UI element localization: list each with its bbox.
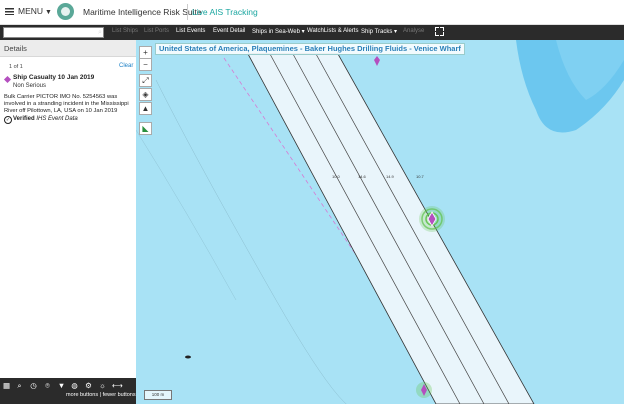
pin-icon[interactable]: ⌾ (43, 381, 52, 390)
verified-source: IHS Event Data (36, 116, 78, 122)
result-count: 1 of 1 (9, 64, 23, 70)
verified-label: Verified (13, 116, 35, 122)
minimize-icon[interactable]: ⟷ (112, 381, 123, 390)
history-icon[interactable]: ◷ (29, 381, 38, 390)
search-input[interactable] (3, 27, 104, 38)
event-severity: Non Serious (13, 83, 47, 89)
search-icon[interactable]: ⌕ (15, 381, 24, 390)
more-fewer-buttons-toggle[interactable]: more buttons | fewer buttons (66, 392, 136, 398)
nautical-chart: 10.0 14.6 14.9 10.7 (136, 40, 624, 404)
search-icon[interactable]: ⌕ (98, 27, 104, 38)
ship-tracks-dropdown[interactable]: Ship Tracks ▾ (361, 28, 397, 35)
flag-icon[interactable]: ◣ (139, 122, 152, 135)
fullscreen-icon[interactable]: ⤢ (139, 74, 152, 87)
event-title[interactable]: Ship Casualty 10 Jan 2019 (13, 74, 94, 81)
vessel-icon (185, 355, 191, 359)
layers-icon[interactable]: ▦ (2, 381, 11, 390)
analyse-button[interactable]: Analyse (403, 28, 424, 34)
zoom-out-icon[interactable]: − (139, 58, 152, 71)
depth-label: 14.6 (358, 174, 367, 179)
list-ships-button[interactable]: List Ships (112, 28, 138, 34)
details-panel: Details 1 of 1 Clear Ship Casualty 10 Ja… (0, 40, 137, 404)
map-scale: 100 m (144, 390, 172, 400)
event-marker-icon (3, 75, 12, 84)
check-circle-icon: ✓ (4, 116, 12, 124)
filter-icon[interactable]: ▼ (57, 381, 66, 390)
tool-bar-bottom: ▦ ⌕ ◷ ⌾ ▼ ◍ ⚙ ☼ ⟷ more buttons | fewer b… (0, 378, 136, 404)
caret-down-icon: ▼ (45, 9, 52, 16)
app-logo (57, 3, 74, 20)
list-events-button[interactable]: List Events (176, 28, 205, 34)
app-title: Maritime Intelligence Risk Suite (83, 7, 202, 17)
fullscreen-toggle-icon[interactable] (435, 27, 444, 36)
list-ports-button[interactable]: List Ports (144, 28, 169, 34)
shipping-channel (247, 53, 535, 404)
header-divider (187, 4, 188, 20)
event-detail-button[interactable]: Event Detail (213, 28, 245, 34)
buoy-marker-icon (374, 56, 380, 66)
north-arrow-icon[interactable]: ▲ (139, 102, 152, 115)
hamburger-icon (5, 8, 14, 15)
map-location-title: United States of America, Plaquemines - … (155, 43, 465, 55)
depth-label: 10.0 (332, 174, 341, 179)
live-ais-tracking-link[interactable]: Live AIS Tracking (192, 7, 258, 17)
watchlists-alerts-button[interactable]: WatchLists & Alerts (307, 28, 358, 34)
clear-link[interactable]: Clear (119, 63, 133, 69)
map-view[interactable]: 10.0 14.6 14.9 10.7 + − ⤢ ◈ ▲ ◣ United S… (136, 40, 624, 404)
locate-icon[interactable]: ◈ (139, 88, 152, 101)
details-header: Details (0, 40, 136, 57)
globe-icon[interactable]: ◍ (70, 381, 79, 390)
depth-contour-2 (136, 129, 237, 301)
menu-button[interactable]: MENU ▼ (5, 6, 52, 16)
depth-label: 14.9 (386, 174, 395, 179)
menu-label: MENU (18, 6, 44, 16)
channel-lane-2 (292, 53, 485, 404)
settings-icon[interactable]: ⚙ (84, 381, 93, 390)
top-header: MENU ▼ Maritime Intelligence Risk Suite L… (0, 0, 624, 25)
depth-label: 10.7 (416, 174, 425, 179)
sun-icon[interactable]: ☼ (98, 381, 107, 390)
event-description: Bulk Carrier PICTOR IMO No. 5254563 was … (4, 94, 129, 115)
details-heading: Details (4, 44, 27, 53)
verified-line: Verified IHS Event Data (13, 116, 78, 122)
ships-in-sea-web-dropdown[interactable]: Ships in Sea-Web ▾ (252, 28, 305, 35)
main-toolbar: ⌕ List Ships List Ports List Events Even… (0, 25, 624, 40)
